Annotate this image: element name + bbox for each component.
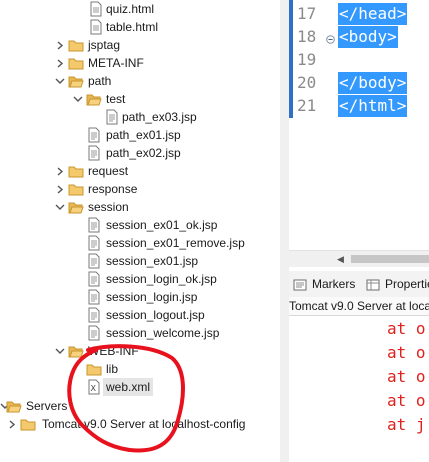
jsp-file-icon [86,289,102,305]
folder-icon [20,416,36,432]
servers-folder-icon [6,398,22,414]
tree-item-label: session_welcome.jsp [106,326,220,340]
html-file-icon [88,19,104,35]
tab-label: Properties [385,277,429,291]
markers-icon [292,276,308,292]
folder-open-icon [68,73,84,89]
console-line: at o [387,319,426,338]
tree-item-label: session_ex01_ok.jsp [106,218,218,232]
tree-item-label: path_ex01.jsp [106,128,181,142]
jsp-file-icon [86,325,102,341]
chevron-right-icon[interactable] [8,415,18,433]
console-line: at o [387,391,426,410]
folder-icon [68,163,84,179]
chevron-right-icon[interactable] [56,54,66,72]
tree-item-label: jsptag [88,38,121,52]
tree-item-label: Tomcat v9.0 Server at localhost-config [42,417,246,431]
chevron-right-icon[interactable] [56,36,66,54]
chevron-down-icon[interactable] [73,90,83,108]
editor-gutter-marker [289,0,293,118]
code-editor[interactable]: 17 18 19 20 21 </head> <body> </body> </… [289,0,429,250]
jsp-file-icon [104,109,120,125]
view-tab-bar: Markers Properties [289,271,429,298]
line-number: 20 [297,73,317,92]
editor-horizontal-scrollbar[interactable]: ◀ [289,250,429,267]
line-number: 21 [297,96,317,115]
tab-properties[interactable]: Properties [365,271,429,297]
properties-icon [365,276,381,292]
console-title: Tomcat v9.0 Server at localhost [289,297,429,316]
tree-item-label: path [88,74,112,88]
tab-markers[interactable]: Markers [292,271,362,297]
code-line[interactable]: </head> [338,3,408,25]
scroll-left-icon[interactable]: ◀ [337,254,344,265]
folder-open-icon [86,91,102,107]
folder-icon [86,361,102,377]
folder-open-icon [68,343,84,359]
jsp-file-icon [86,217,102,233]
fold-collapse-icon[interactable] [326,31,335,44]
chevron-down-icon[interactable] [55,342,65,360]
tree-item-label: session_login.jsp [106,290,198,304]
code-line[interactable]: <body> [338,26,398,48]
console-line: at o [387,343,426,362]
tree-item-label: lib [106,362,119,376]
tab-label: Markers [312,277,356,291]
console-line: at j [387,415,426,434]
folder-icon [68,55,84,71]
chevron-right-icon[interactable] [56,162,66,180]
chevron-right-icon[interactable] [56,180,66,198]
jsp-file-icon [86,307,102,323]
scrollbar-thumb[interactable] [351,255,429,263]
tree-item-label: table.html [106,20,159,34]
tree-item-label: path_ex03.jsp [122,110,197,124]
jsp-file-icon [86,253,102,269]
xml-file-icon: X [86,379,102,395]
console-line: at o [387,367,426,386]
html-file-icon [88,1,104,17]
folder-icon [68,181,84,197]
jsp-file-icon [86,127,102,143]
tree-item-label: session [88,200,129,214]
tree-item-label: META-INF [88,56,144,70]
code-line[interactable]: </html> [338,95,408,117]
tree-item-label: session_ex01.jsp [106,254,199,268]
tree-item-label: WEB-INF [88,344,139,358]
tree-item-label: session_ex01_remove.jsp [106,236,245,250]
project-explorer: quiz.html table.html jsptag META-INF pat… [0,0,280,462]
tree-item-label: session_logout.jsp [106,308,205,322]
jsp-file-icon [86,271,102,287]
tree-item-label: response [88,182,138,196]
folder-icon [68,37,84,53]
tree-item-label: Servers [26,399,68,413]
pane-splitter[interactable] [280,0,289,462]
folder-open-icon [68,199,84,215]
tree-item-label: test [106,92,126,106]
line-number: 19 [297,50,317,69]
jsp-file-icon [86,145,102,161]
chevron-down-icon[interactable] [55,72,65,90]
tree-item-label: quiz.html [106,2,155,16]
line-number: 17 [297,4,317,23]
jsp-file-icon [86,235,102,251]
bottom-views-panel: Markers Properties Tomcat v9.0 Server at… [289,268,429,462]
tree-item-label: request [88,164,129,178]
chevron-down-icon[interactable] [55,198,65,216]
tree-item-label: session_login_ok.jsp [106,272,217,286]
code-line[interactable]: </body> [338,72,408,94]
tree-item-label: path_ex02.jsp [106,146,181,160]
tree-item-label: web.xml [103,378,154,396]
svg-text:X: X [91,384,97,393]
